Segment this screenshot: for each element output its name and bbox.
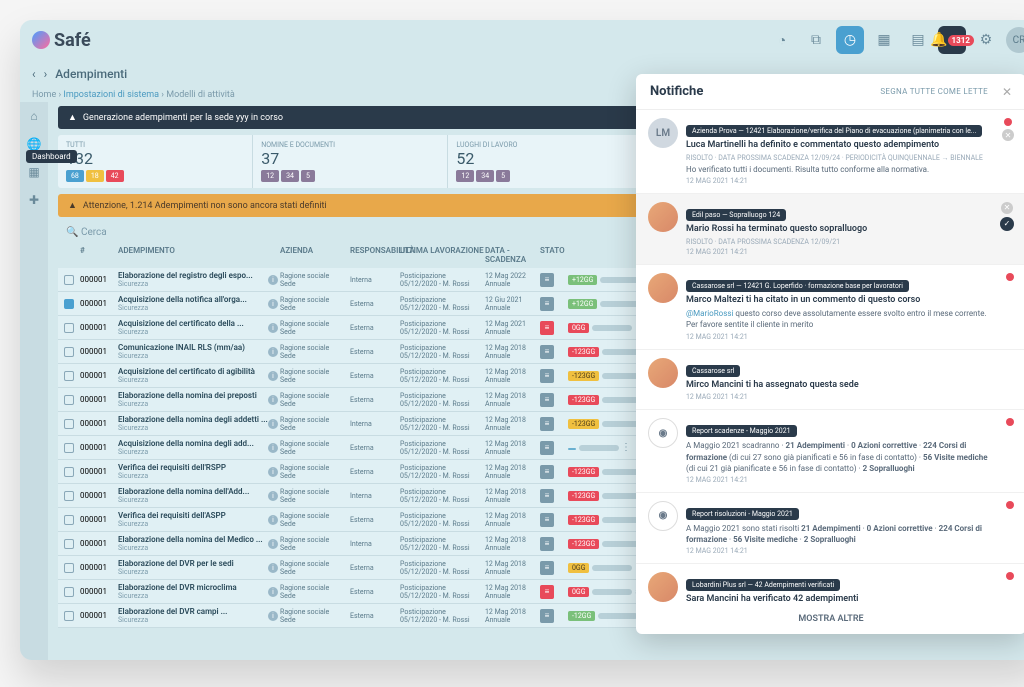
unread-dot-icon — [1006, 501, 1014, 509]
user-avatar[interactable]: CR — [1006, 27, 1024, 53]
status-icon: ≡ — [540, 441, 554, 455]
info-icon[interactable]: i — [268, 515, 278, 525]
notif-avatar: ◉ — [648, 418, 678, 448]
row-checkbox[interactable] — [64, 347, 74, 357]
plus-icon[interactable]: ✚ — [24, 190, 44, 210]
row-checkbox[interactable] — [64, 275, 74, 285]
info-icon[interactable]: i — [268, 491, 278, 501]
status-icon: ≡ — [540, 609, 554, 623]
status-icon: ≡ — [540, 417, 554, 431]
heart-icon — [32, 31, 50, 49]
unread-dot-icon — [1006, 273, 1014, 281]
notif-avatar — [648, 358, 678, 388]
info-icon[interactable]: i — [268, 323, 278, 333]
info-icon[interactable]: i — [268, 395, 278, 405]
paper-icon[interactable]: ▤ — [904, 26, 932, 54]
status-icon: ≡ — [540, 465, 554, 479]
status-icon: ≡ — [540, 393, 554, 407]
notif-list: LMAzienda Prova — 12421 Elaborazione/ver… — [636, 110, 1024, 604]
dismiss-icon[interactable]: ✕ — [1002, 129, 1014, 141]
row-checkbox[interactable] — [64, 587, 74, 597]
page-title: Adempimenti — [55, 67, 127, 81]
status-icon: ≡ — [540, 489, 554, 503]
info-icon[interactable]: i — [268, 587, 278, 597]
copy-icon[interactable]: ⧉ — [802, 26, 830, 54]
notif-item[interactable]: Cassarose srlMirco Mancini ti ha assegna… — [636, 350, 1024, 411]
app-window: Safé ◔ ⧉ ◷ ▦ ▤ 🔔1312 ⚙ CR ‹ › Adempiment… — [20, 20, 1024, 660]
sidebar: ⌂ 🌐 ▦ ✚ — [20, 102, 48, 660]
row-checkbox[interactable] — [64, 443, 74, 453]
notif-title: Notifiche — [650, 84, 703, 99]
brand-name: Safé — [54, 30, 91, 51]
back-icon[interactable]: ‹ — [32, 67, 36, 81]
gear-icon[interactable]: ⚙ — [972, 26, 1000, 54]
notif-badge: 1312 — [948, 35, 974, 46]
status-icon: ≡ — [540, 513, 554, 527]
row-checkbox[interactable] — [64, 563, 74, 573]
row-checkbox[interactable] — [64, 299, 74, 309]
status-icon: ≡ — [540, 321, 554, 335]
row-checkbox[interactable] — [64, 467, 74, 477]
info-icon[interactable]: i — [268, 371, 278, 381]
row-checkbox[interactable] — [64, 515, 74, 525]
info-icon[interactable]: i — [268, 611, 278, 621]
info-icon[interactable]: i — [268, 419, 278, 429]
check-icon[interactable]: ✓ — [1000, 217, 1014, 231]
row-checkbox[interactable] — [64, 539, 74, 549]
notif-header: Notifiche SEGNA TUTTE COME LETTE ✕ — [636, 74, 1024, 110]
mark-all-read[interactable]: SEGNA TUTTE COME LETTE — [880, 87, 988, 96]
row-checkbox[interactable] — [64, 323, 74, 333]
chart-icon[interactable]: ◔ — [768, 26, 796, 54]
notif-avatar: LM — [648, 118, 678, 148]
notif-avatar: ◉ — [648, 501, 678, 531]
dismiss-icon[interactable]: ✕ — [1001, 202, 1013, 214]
grid-icon[interactable]: ▦ — [24, 162, 44, 182]
row-checkbox[interactable] — [64, 491, 74, 501]
status-icon: ≡ — [540, 369, 554, 383]
topbar-icons: ◔ ⧉ ◷ ▦ ▤ 🔔1312 ⚙ CR — [768, 26, 1024, 54]
row-checkbox[interactable] — [64, 395, 74, 405]
row-menu-icon[interactable]: ⋮ — [621, 442, 631, 453]
info-icon[interactable]: i — [268, 539, 278, 549]
info-icon[interactable]: i — [268, 467, 278, 477]
status-icon: ≡ — [540, 273, 554, 287]
sidebar-tooltip: Dashboard — [26, 150, 77, 163]
unread-dot-icon — [1006, 418, 1014, 426]
info-icon[interactable]: i — [268, 275, 278, 285]
info-icon[interactable]: i — [268, 443, 278, 453]
notif-item[interactable]: LMAzienda Prova — 12421 Elaborazione/ver… — [636, 110, 1024, 194]
close-icon[interactable]: ✕ — [1002, 85, 1012, 99]
notif-avatar — [648, 202, 678, 232]
info-icon[interactable]: i — [268, 347, 278, 357]
notif-avatar — [648, 572, 678, 602]
notif-item[interactable]: ◉Report risoluzioni - Maggio 2021A Maggi… — [636, 493, 1024, 564]
row-checkbox[interactable] — [64, 371, 74, 381]
status-icon: ≡ — [540, 537, 554, 551]
notif-item[interactable]: ◉Report scadenze - Maggio 2021A Maggio 2… — [636, 410, 1024, 493]
brand-logo[interactable]: Safé — [32, 30, 91, 51]
notifications-panel: Notifiche SEGNA TUTTE COME LETTE ✕ LMAzi… — [636, 74, 1024, 634]
unread-dot-icon — [1006, 572, 1014, 580]
clock-icon[interactable]: ◷ — [836, 26, 864, 54]
row-checkbox[interactable] — [64, 419, 74, 429]
status-icon: ≡ — [540, 561, 554, 575]
info-icon[interactable]: i — [268, 299, 278, 309]
unread-dot-icon — [1004, 118, 1012, 126]
notif-avatar — [648, 273, 678, 303]
info-icon[interactable]: i — [268, 563, 278, 573]
bell-icon[interactable]: 🔔1312 — [938, 26, 966, 54]
show-more-button[interactable]: MOSTRA ALTRE — [636, 604, 1024, 634]
notif-item[interactable]: Cassarose srl — 12421 G. Loperfido · for… — [636, 265, 1024, 350]
notif-item[interactable]: Edil paso — Sopralluogo 124Mario Rossi h… — [636, 194, 1024, 265]
topbar: Safé ◔ ⧉ ◷ ▦ ▤ 🔔1312 ⚙ CR — [20, 20, 1024, 60]
home-icon[interactable]: ⌂ — [24, 106, 44, 126]
notif-item[interactable]: Lobardini Plus srl — 42 Adempimenti veri… — [636, 564, 1024, 604]
forward-icon[interactable]: › — [44, 67, 48, 81]
status-icon: ≡ — [540, 345, 554, 359]
calendar-icon[interactable]: ▦ — [870, 26, 898, 54]
status-icon: ≡ — [540, 585, 554, 599]
status-icon: ≡ — [540, 297, 554, 311]
row-checkbox[interactable] — [64, 611, 74, 621]
